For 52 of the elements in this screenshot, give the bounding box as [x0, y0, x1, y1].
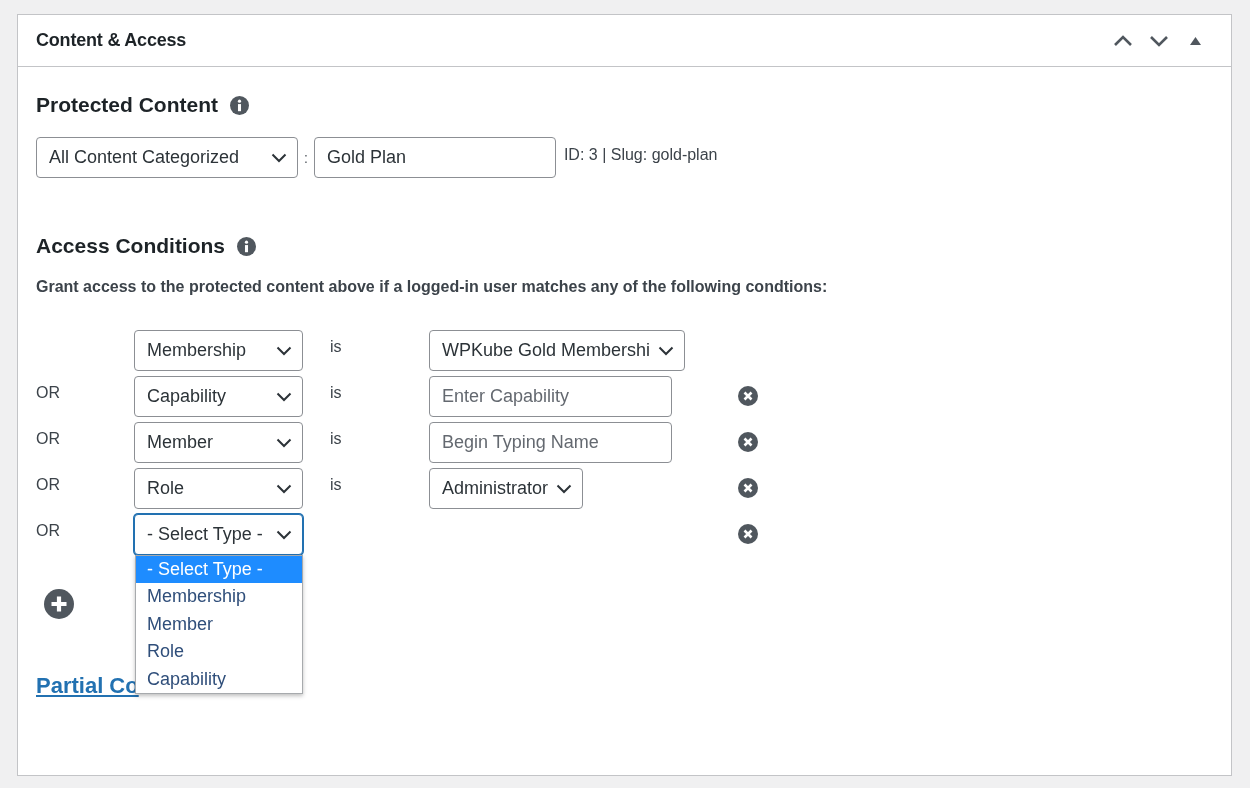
value-field[interactable]: Enter Capability: [429, 376, 672, 417]
chevron-down-icon: [1149, 34, 1169, 47]
dropdown-option[interactable]: Role: [136, 638, 302, 666]
chevron-down-icon: [276, 437, 292, 448]
operator-label: is: [329, 337, 342, 356]
close-icon: [738, 478, 758, 498]
dropdown-option[interactable]: Member: [136, 610, 302, 639]
operator-label: is: [329, 475, 342, 494]
type-select[interactable]: Role: [134, 468, 303, 509]
description-text: Grant access to the protected content above if a logged-in user matches any of the following condtions:: [36, 278, 829, 296]
separator: :: [304, 149, 308, 166]
connector-label: OR: [36, 521, 60, 540]
close-icon: [738, 524, 758, 544]
close-icon: [738, 432, 758, 452]
connector-label: OR: [36, 429, 60, 448]
section-heading: Access Conditions: [36, 234, 226, 258]
value-field[interactable]: Begin Typing Name: [429, 422, 672, 463]
close-icon: [738, 386, 758, 406]
panel-title: Content & Access: [36, 30, 188, 51]
triangle-up-icon: [1189, 36, 1201, 45]
type-select[interactable]: - Select Type -: [134, 514, 303, 555]
section-heading: Protected Content: [36, 93, 218, 117]
value-select[interactable]: WPKube Gold Membershi: [429, 330, 686, 371]
info-icon: [230, 95, 249, 115]
content-type-select[interactable]: All Content Categorized: [36, 137, 298, 178]
chevron-down-icon: [556, 483, 573, 494]
value-select[interactable]: Administrator: [429, 468, 584, 509]
type-select[interactable]: Membership: [134, 330, 303, 371]
operator-label: is: [329, 383, 342, 402]
operator-label: is: [329, 429, 342, 448]
dropdown-option[interactable]: Capability: [136, 665, 302, 693]
type-select[interactable]: Member: [134, 422, 303, 463]
remove-button[interactable]: [738, 386, 758, 406]
dropdown-option[interactable]: Membership: [136, 583, 302, 611]
chevron-down-icon: [658, 345, 675, 356]
info-icon: [237, 236, 257, 256]
term-field[interactable]: Gold Plan: [313, 137, 556, 178]
chevron-down-icon: [271, 152, 287, 163]
add-condition-button[interactable]: [44, 589, 74, 619]
chevron-down-icon: [276, 529, 292, 540]
chevron-up-icon: [1113, 34, 1133, 47]
chevron-down-icon: [276, 391, 292, 402]
term-meta: ID: 3 | Slug: gold-plan: [563, 145, 718, 164]
type-select[interactable]: Capability: [134, 376, 303, 417]
chevron-down-icon: [276, 483, 292, 494]
remove-button[interactable]: [738, 524, 758, 544]
connector-label: OR: [36, 475, 60, 494]
chevron-down-icon: [276, 345, 292, 356]
plus-icon: [44, 589, 74, 619]
remove-button[interactable]: [738, 432, 758, 452]
connector-label: OR: [36, 383, 60, 402]
remove-button[interactable]: [738, 478, 758, 498]
